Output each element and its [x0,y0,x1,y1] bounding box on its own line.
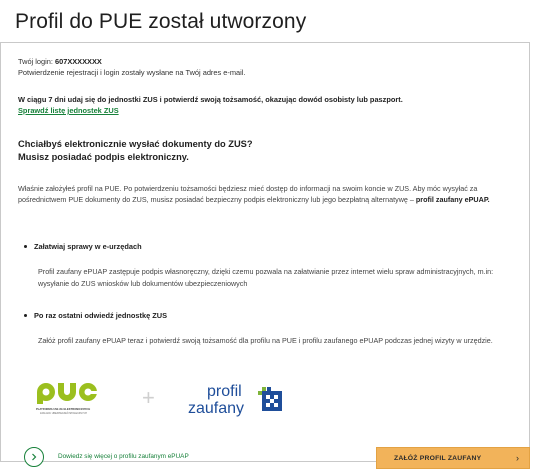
bullet-title-text: Po raz ostatni odwiedź jednostkę ZUS [34,311,168,320]
pue-logo: PLATFORMA USŁUG ELEKTRONICZNYCH ZAKŁADU … [36,383,98,415]
login-value: 607XXXXXXX [54,57,102,66]
logos-row: PLATFORMA USŁUG ELEKTRONICZNYCH ZAKŁADU … [36,383,282,417]
learn-more-link[interactable]: Dowiedz się więcej o profilu zaufanym eP… [58,453,189,460]
footer-actions: Dowiedz się więcej o profilu zaufanym eP… [0,447,543,469]
login-line: Twój login: 607XXXXXXX [18,57,102,67]
profil-zaufany-logo: profil zaufany [188,383,282,417]
bullet-visit-text: Załóż profil zaufany ePUAP teraz i potwi… [38,336,493,345]
bullet-title-text: Załatwiaj sprawy w e-urzędach [34,242,142,251]
pz-word-profil: profil [207,383,242,400]
signature-paragraph: Właśnie założyłeś profil na PUE. Po potw… [18,183,518,205]
signature-heading-line2: Musisz posiadać podpis elektroniczny. [18,152,189,162]
bullet-dot-icon [24,313,27,317]
signature-paragraph-bold: profil zaufany ePUAP. [415,195,490,205]
page-title: Profil do PUE został utworzony [15,10,307,33]
confirmation-text: Potwierdzenie rejestracji i login został… [18,68,246,77]
pue-caption-1: PLATFORMA USŁUG ELEKTRONICZNYCH [36,407,90,411]
bullet-visit-title: Po raz ostatni odwiedź jednostkę ZUS [24,311,167,320]
signature-heading-line1: Chciałbyś elektronicznie wysłać dokument… [18,139,253,149]
zus-units-link[interactable]: Sprawdź listę jednostek ZUS [18,106,119,116]
chevron-right-icon: › [516,453,519,463]
verify-instruction: W ciągu 7 dni udaj się do jednostki ZUS … [18,95,403,104]
pue-caption-2: ZAKŁADU UBEZPIECZEŃ SPOŁECZNYCH [40,412,87,415]
login-label: Twój login: [18,57,53,66]
signature-paragraph-text: Właśnie założyłeś profil na PUE. Po potw… [18,184,478,205]
page-header: Profil do PUE został utworzony [0,0,543,42]
create-trusted-profile-button[interactable]: ZAŁÓŻ PROFIL ZAUFANY › [376,447,530,469]
chevron-right-icon [32,453,37,461]
plus-sign: + [142,385,155,410]
pz-mark-icon [258,387,282,411]
pz-word-zaufany: zaufany [188,400,244,417]
content-card: Twój login: 607XXXXXXX Potwierdzenie rej… [0,42,530,462]
bullet-eoffices-title: Załatwiaj sprawy w e-urzędach [24,242,142,251]
bullet-eoffices-text: Profil zaufany ePUAP zastępuje podpis wł… [38,267,494,288]
bullet-dot-icon [24,244,27,248]
learn-more-button[interactable] [24,447,44,467]
cta-label: ZAŁÓŻ PROFIL ZAUFANY [394,454,482,462]
pue-letter-p-stem [37,392,43,404]
pue-letter-u [58,383,76,401]
